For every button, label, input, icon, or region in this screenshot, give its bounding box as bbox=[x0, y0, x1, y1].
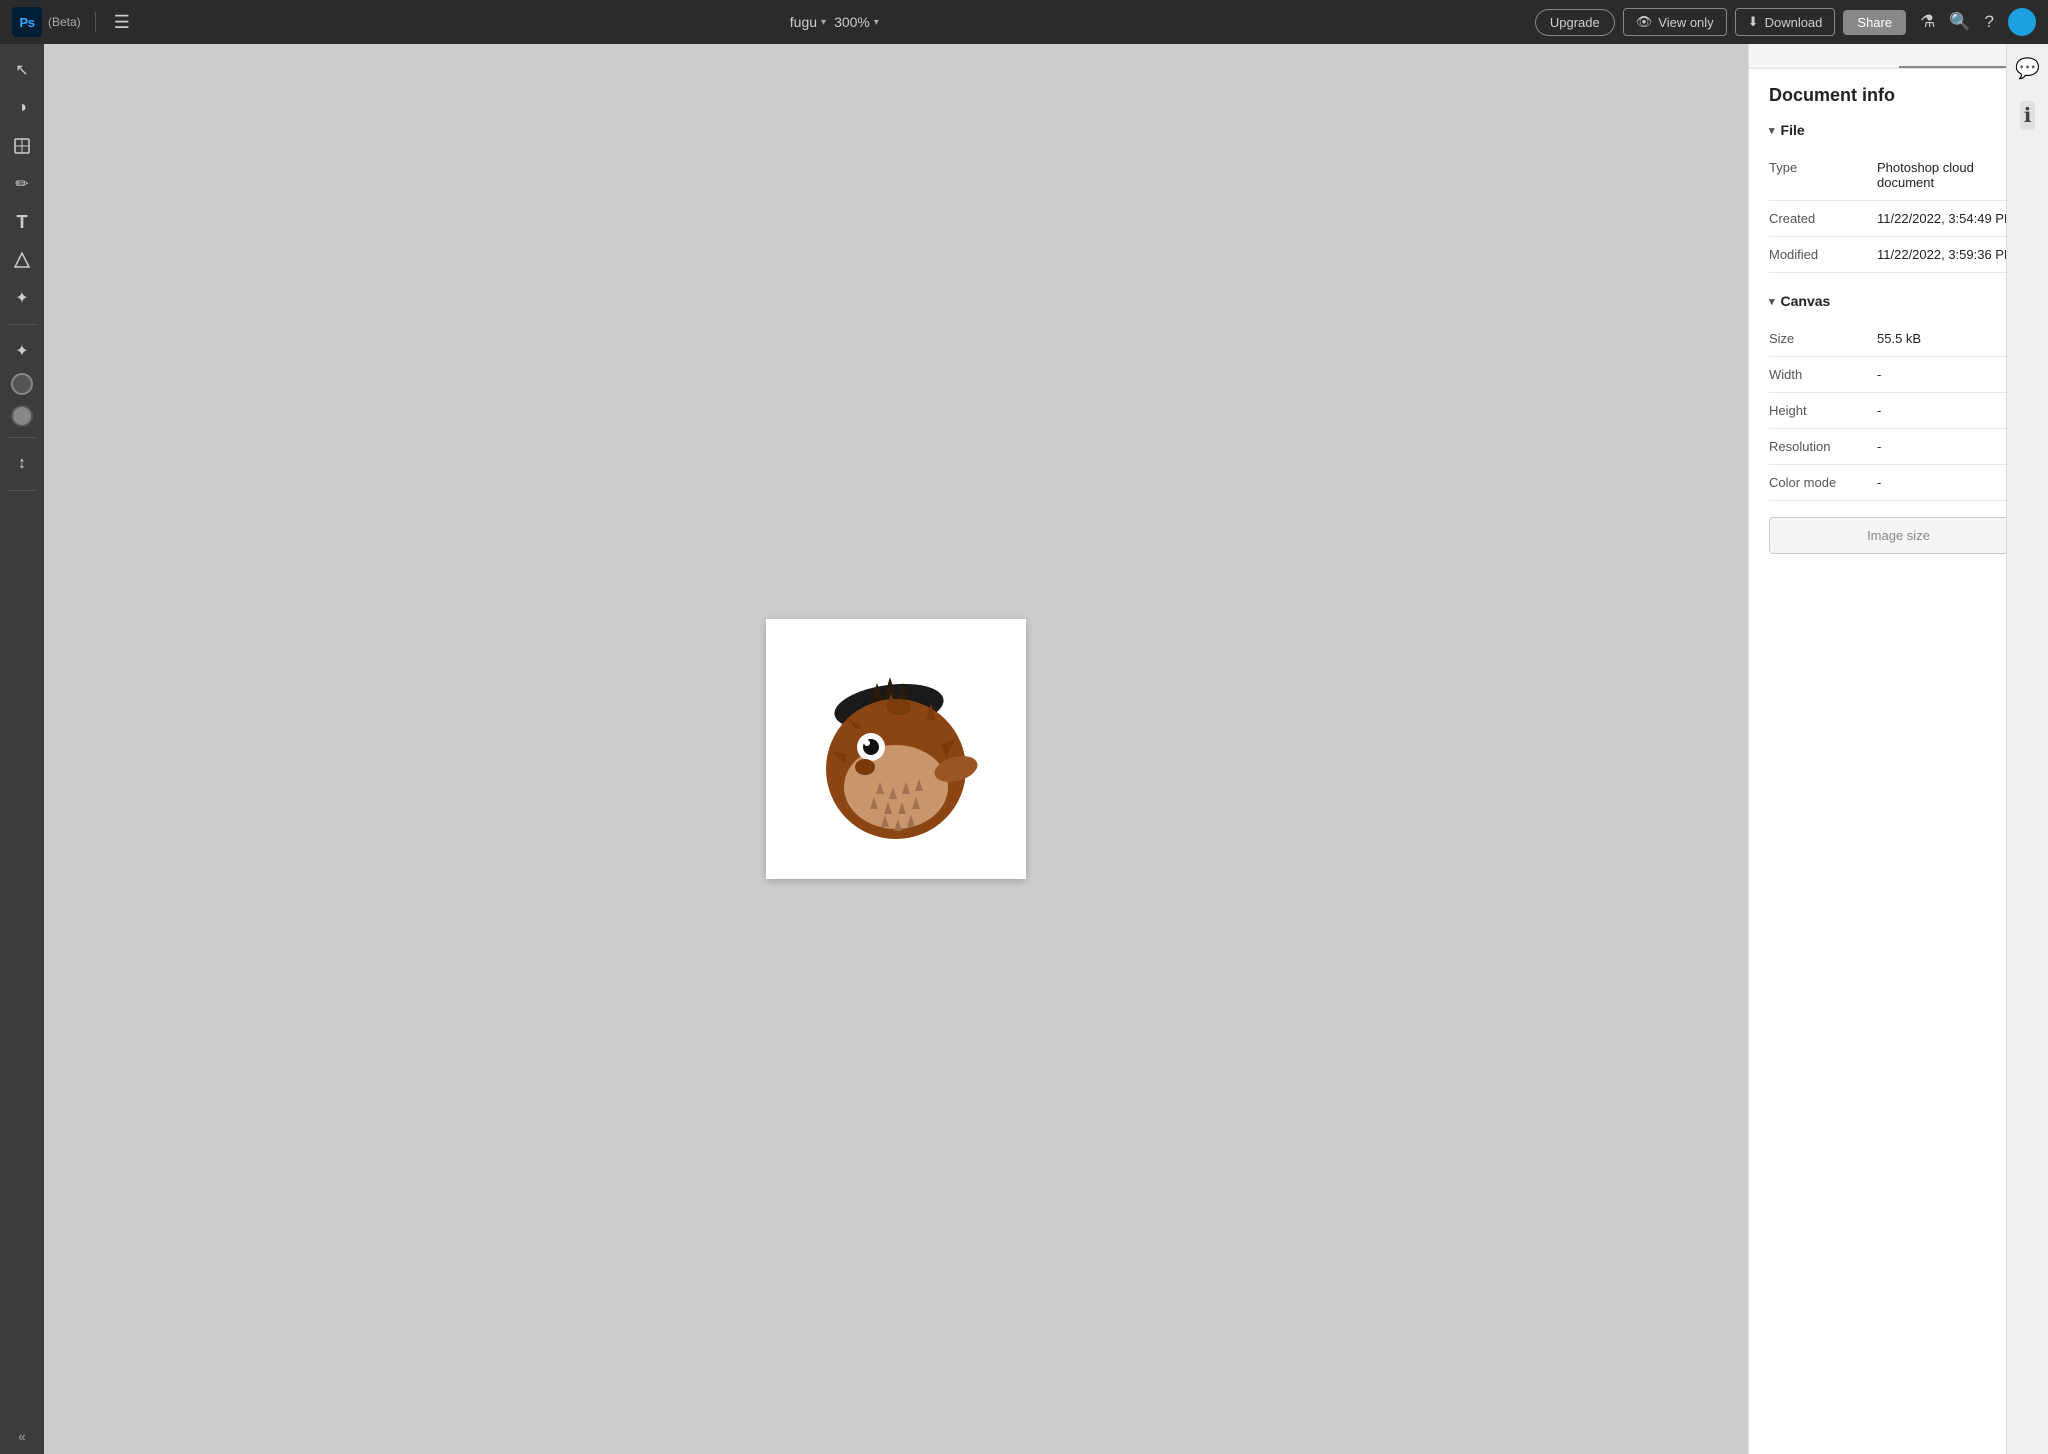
filename-text: fugu bbox=[790, 14, 817, 30]
topbar: Ps (Beta) ☰ fugu ▾ 300% ▾ Upgrade 👁 View… bbox=[0, 0, 2048, 44]
foreground-color[interactable] bbox=[11, 373, 33, 395]
resolution-row: Resolution - bbox=[1769, 429, 2028, 465]
created-label: Created bbox=[1769, 211, 1869, 226]
tool-separator-2 bbox=[8, 437, 36, 438]
height-row: Height - bbox=[1769, 393, 2028, 429]
share-button[interactable]: Share bbox=[1843, 10, 1906, 35]
resolution-label: Resolution bbox=[1769, 439, 1869, 454]
adjust-tool[interactable]: ↕ bbox=[6, 448, 38, 480]
info-panel-icon[interactable]: ℹ bbox=[2020, 101, 2036, 130]
text-tool[interactable]: T bbox=[6, 206, 38, 238]
panel-tabs bbox=[1749, 44, 2048, 69]
zoom-selector[interactable]: 300% ▾ bbox=[834, 14, 879, 30]
topbar-divider-1 bbox=[95, 12, 96, 32]
panel-title: Document info bbox=[1769, 85, 2028, 106]
select-tool[interactable]: ↖ bbox=[6, 54, 38, 86]
transform-tool[interactable] bbox=[6, 130, 38, 162]
file-section-header[interactable]: ▾ File bbox=[1769, 122, 2028, 138]
topbar-right: Upgrade 👁 View only ⬇ Download Share ⚗ 🔍… bbox=[1535, 8, 2036, 36]
width-label: Width bbox=[1769, 367, 1869, 382]
size-row: Size 55.5 kB bbox=[1769, 321, 2028, 357]
created-row: Created 11/22/2022, 3:54:49 PM bbox=[1769, 201, 2028, 237]
lasso-tool[interactable]: ◑ bbox=[6, 92, 38, 124]
width-row: Width - bbox=[1769, 357, 2028, 393]
filename-selector[interactable]: fugu ▾ bbox=[790, 14, 826, 30]
size-label: Size bbox=[1769, 331, 1869, 346]
main-area: ↖ ◑ ✏ T ✦ ✦ ↕ « bbox=[0, 44, 2048, 1454]
hamburger-menu-icon[interactable]: ☰ bbox=[110, 8, 134, 37]
shape-tool[interactable] bbox=[6, 244, 38, 276]
height-label: Height bbox=[1769, 403, 1869, 418]
canvas-section-chevron-icon: ▾ bbox=[1769, 295, 1775, 308]
modified-row: Modified 11/22/2022, 3:59:36 PM bbox=[1769, 237, 2028, 273]
upgrade-button[interactable]: Upgrade bbox=[1535, 9, 1615, 36]
tool-separator-1 bbox=[8, 324, 36, 325]
tool-separator-3 bbox=[8, 490, 36, 491]
file-section-chevron-icon: ▾ bbox=[1769, 124, 1775, 137]
collapse-toolbar-icon[interactable]: « bbox=[18, 1429, 25, 1444]
right-panel: Document info ▾ File Type Photoshop clou… bbox=[1748, 44, 2048, 1454]
help-icon[interactable]: ? bbox=[1985, 12, 1994, 32]
comment-panel-icon[interactable]: 💬 bbox=[2015, 56, 2040, 81]
fugu-artwork bbox=[781, 639, 1011, 859]
download-label: Download bbox=[1765, 15, 1823, 30]
ps-logo: Ps bbox=[12, 7, 42, 37]
search-icon[interactable]: 🔍 bbox=[1949, 12, 1970, 32]
viewonly-button[interactable]: 👁 View only bbox=[1623, 8, 1727, 36]
modified-label: Modified bbox=[1769, 247, 1869, 262]
shape-icon bbox=[13, 251, 31, 269]
file-section-label: File bbox=[1781, 122, 1805, 138]
colormode-row: Color mode - bbox=[1769, 465, 2028, 501]
avatar[interactable] bbox=[2008, 8, 2036, 36]
document-info-panel: Document info ▾ File Type Photoshop clou… bbox=[1749, 69, 2048, 1454]
filename-chevron-icon: ▾ bbox=[821, 17, 826, 28]
colormode-label: Color mode bbox=[1769, 475, 1869, 490]
transform-icon bbox=[13, 137, 31, 155]
canvas-section-label: Canvas bbox=[1781, 293, 1831, 309]
type-label: Type bbox=[1769, 160, 1869, 175]
download-button[interactable]: ⬇ Download bbox=[1735, 8, 1836, 36]
eye-icon: 👁 bbox=[1636, 14, 1653, 30]
zoom-chevron-icon: ▾ bbox=[874, 17, 879, 28]
brush-tool[interactable]: ✏ bbox=[6, 168, 38, 200]
topbar-icon-group: ⚗ 🔍 ? bbox=[1920, 8, 2036, 36]
image-size-button: Image size bbox=[1769, 517, 2028, 554]
background-color[interactable] bbox=[11, 405, 33, 427]
download-icon: ⬇ bbox=[1748, 14, 1759, 30]
beta-label: (Beta) bbox=[48, 15, 81, 29]
app-logo-group: Ps (Beta) bbox=[12, 7, 81, 37]
tab-comments[interactable] bbox=[1749, 50, 1899, 68]
type-row: Type Photoshop cloud document bbox=[1769, 150, 2028, 201]
topbar-center: fugu ▾ 300% ▾ bbox=[144, 14, 1525, 30]
canvas-area bbox=[44, 44, 1748, 1454]
viewonly-label: View only bbox=[1658, 15, 1713, 30]
flask-icon[interactable]: ⚗ bbox=[1920, 12, 1935, 32]
canvas-section-header[interactable]: ▾ Canvas bbox=[1769, 293, 2028, 309]
document-canvas bbox=[766, 619, 1026, 879]
move-tool[interactable]: ✦ bbox=[6, 282, 38, 314]
far-right-panel: 💬 ℹ bbox=[2006, 44, 2048, 1454]
left-toolbar: ↖ ◑ ✏ T ✦ ✦ ↕ « bbox=[0, 44, 44, 1454]
zoom-text: 300% bbox=[834, 14, 870, 30]
eyedropper-tool[interactable]: ✦ bbox=[6, 335, 38, 367]
